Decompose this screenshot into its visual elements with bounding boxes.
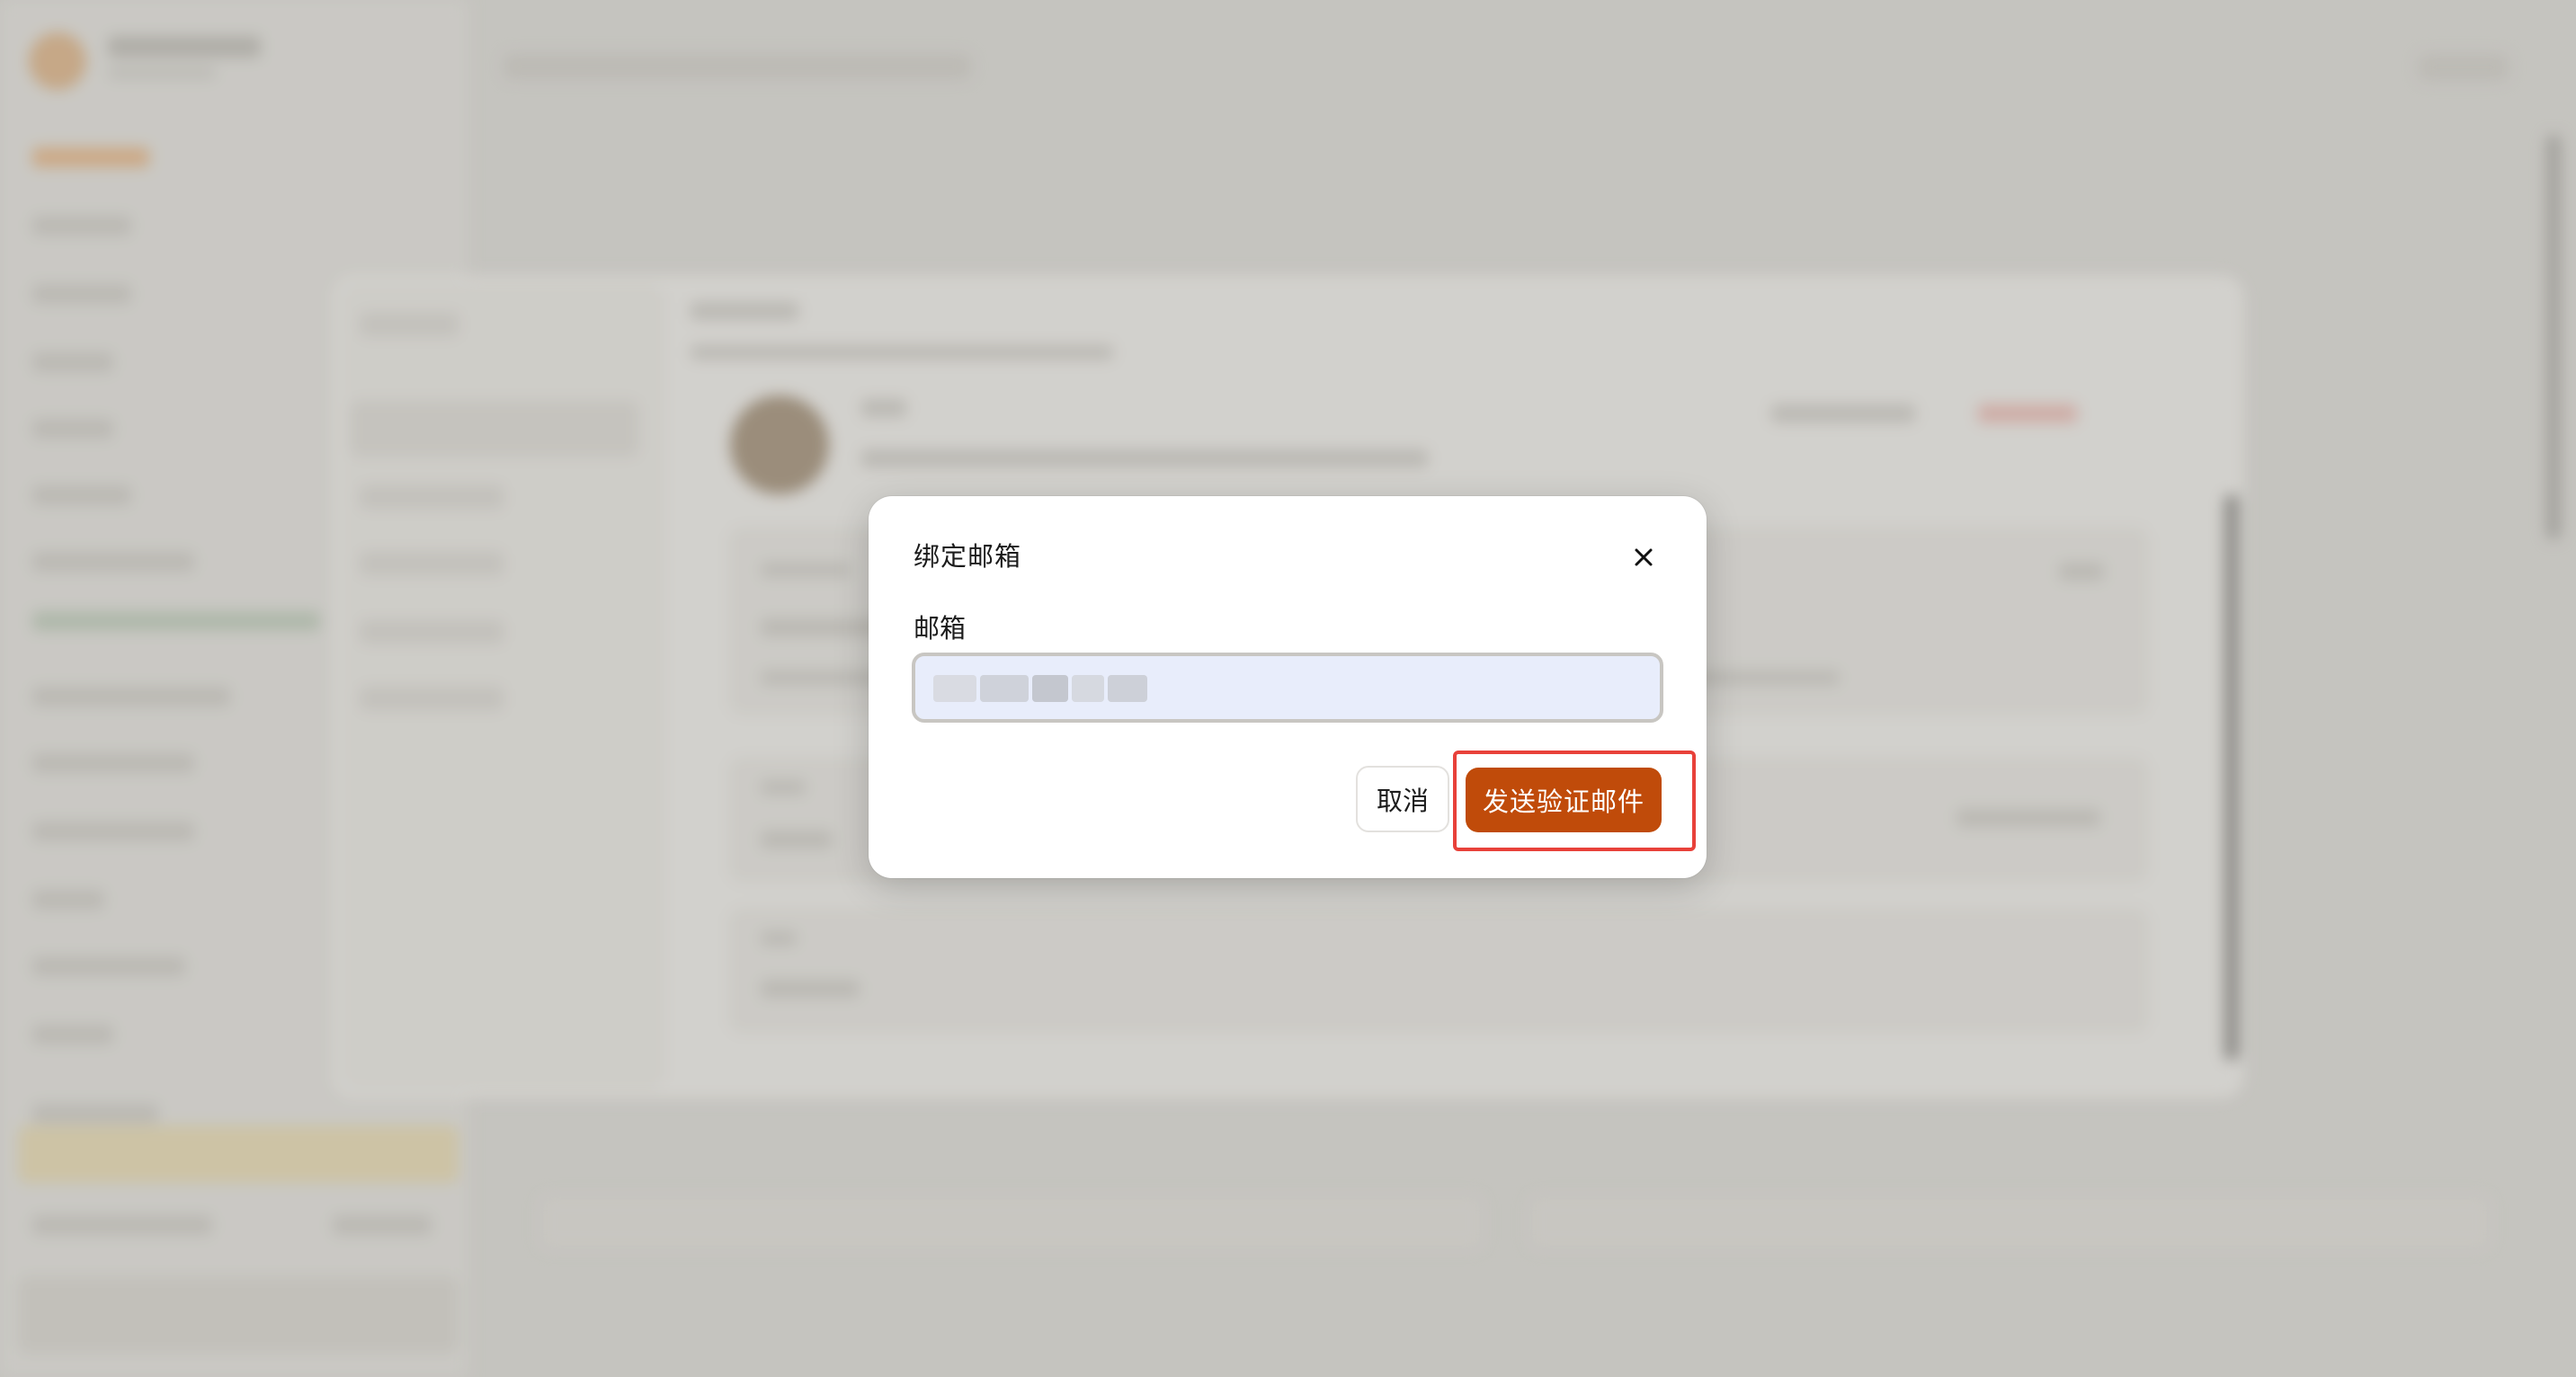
send-verification-email-button[interactable]: 发送验证邮件 [1466, 768, 1662, 832]
close-button[interactable] [1624, 537, 1663, 577]
bind-email-dialog: 绑定邮箱 邮箱 取消 发送验证邮件 [869, 496, 1707, 878]
close-icon [1635, 548, 1653, 566]
dialog-title: 绑定邮箱 [914, 541, 1022, 572]
email-field[interactable] [912, 653, 1663, 723]
email-input[interactable] [915, 656, 1660, 719]
cancel-button[interactable]: 取消 [1356, 766, 1449, 832]
email-label: 邮箱 [914, 613, 967, 644]
